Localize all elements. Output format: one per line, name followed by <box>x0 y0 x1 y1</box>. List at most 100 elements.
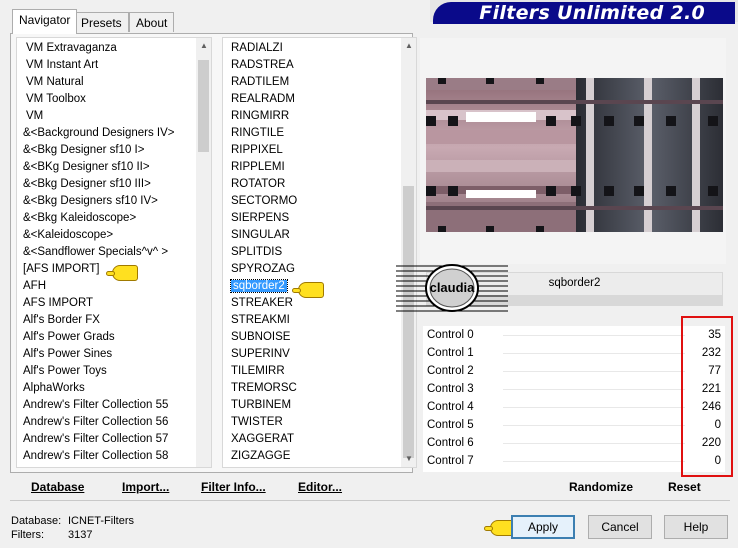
filter-item[interactable]: SUBNOISE <box>223 329 416 346</box>
control-label: Control 3 <box>427 383 474 395</box>
category-item[interactable]: &<BKg Designer sf10 II> <box>17 159 211 176</box>
help-button[interactable]: Help <box>664 515 728 539</box>
highlight-box <box>681 316 733 477</box>
category-item[interactable]: Andrew's Filter Collection 55 <box>17 397 211 414</box>
filter-item[interactable]: RADSTREA <box>223 57 416 74</box>
control-slider-2[interactable]: Control 2 77 <box>423 363 725 381</box>
scroll-thumb[interactable] <box>198 60 209 152</box>
slider-track[interactable] <box>503 389 685 390</box>
filter-info-button[interactable]: Filter Info... <box>201 479 266 495</box>
category-item[interactable]: Alf's Border FX <box>17 312 211 329</box>
category-item[interactable]: &<Kaleidoscope> <box>17 227 211 244</box>
control-label: Control 0 <box>427 329 474 341</box>
filter-item[interactable]: SECTORMO <box>223 193 416 210</box>
tab-about[interactable]: About <box>129 12 175 32</box>
slider-track[interactable] <box>503 407 685 408</box>
filter-item[interactable]: SUPERINV <box>223 346 416 363</box>
category-item[interactable]: Andrew's Filter Collection 58 <box>17 448 211 465</box>
slider-track[interactable] <box>503 443 685 444</box>
selected-filter-label[interactable]: sqborder2 <box>230 279 288 293</box>
category-item[interactable]: VM Instant Art <box>17 57 211 74</box>
filter-item[interactable]: RINGTILE <box>223 125 416 142</box>
control-slider-4[interactable]: Control 4 246 <box>423 399 725 417</box>
slider-track[interactable] <box>503 425 685 426</box>
filter-item[interactable]: RIPPLEMI <box>223 159 416 176</box>
control-slider-7[interactable]: Control 70 <box>423 453 725 471</box>
control-label: Control 4 <box>427 401 474 413</box>
svg-text:claudia: claudia <box>430 280 476 295</box>
category-item[interactable]: AFH <box>17 278 211 295</box>
category-item[interactable]: AlphaWorks <box>17 380 211 397</box>
category-list[interactable]: VM Extravaganza VM Instant Art VM Natural V… <box>16 37 212 468</box>
category-item[interactable]: &<Bkg Designer sf10 I> <box>17 142 211 159</box>
database-status-label: Database: <box>11 515 62 527</box>
category-item[interactable]: AFS IMPORT <box>17 295 211 312</box>
apply-button[interactable]: Apply <box>511 515 575 539</box>
scroll-up-icon[interactable]: ▲ <box>403 40 415 52</box>
control-slider-3[interactable]: Control 3 221 <box>423 381 725 399</box>
slider-track[interactable] <box>503 353 685 354</box>
filter-item[interactable]: TURBINEM <box>223 397 416 414</box>
filter-item[interactable]: TWISTER <box>223 414 416 431</box>
filter-item[interactable]: ROTATOR <box>223 176 416 193</box>
cancel-button[interactable]: Cancel <box>588 515 652 539</box>
category-item[interactable]: Andrew's Filter Collection 57 <box>17 431 211 448</box>
category-item[interactable]: &<Bkg Designer sf10 III> <box>17 176 211 193</box>
category-item[interactable]: VM <box>17 108 211 125</box>
randomize-button[interactable]: Randomize <box>569 479 633 495</box>
claudia-watermark-logo: claudia <box>396 264 508 312</box>
import-button[interactable]: Import... <box>122 479 169 495</box>
filter-item[interactable]: RADIALZI <box>223 40 416 57</box>
control-label: Control 7 <box>427 455 474 467</box>
reset-button[interactable]: Reset <box>668 479 701 495</box>
filter-item[interactable]: RIPPIXEL <box>223 142 416 159</box>
control-slider-5[interactable]: Control 50 <box>423 417 725 435</box>
pointing-hand-icon <box>292 282 324 298</box>
category-item[interactable]: Alf's Power Grads <box>17 329 211 346</box>
filter-item[interactable]: REALRADM <box>223 91 416 108</box>
filter-item[interactable]: SIERPENS <box>223 210 416 227</box>
preview-image <box>426 78 723 232</box>
category-item[interactable]: &<Bkg Kaleidoscope> <box>17 210 211 227</box>
filter-item[interactable]: SINGULAR <box>223 227 416 244</box>
filter-item[interactable]: STREAKMI <box>223 312 416 329</box>
tab-presets[interactable]: Presets <box>74 12 129 32</box>
category-item[interactable]: Alf's Power Sines <box>17 346 211 363</box>
category-scrollbar[interactable]: ▲ <box>196 38 211 467</box>
control-slider-6[interactable]: Control 6 220 <box>423 435 725 453</box>
filters-count-value: 3137 <box>68 529 93 541</box>
divider <box>10 500 730 501</box>
category-item[interactable]: VM Toolbox <box>17 91 211 108</box>
control-label: Control 2 <box>427 365 474 377</box>
scroll-up-icon[interactable]: ▲ <box>198 40 210 52</box>
filter-item[interactable]: RINGMIRR <box>223 108 416 125</box>
slider-track[interactable] <box>503 335 685 336</box>
database-button[interactable]: Database <box>31 479 84 495</box>
category-item[interactable]: VM Natural <box>17 74 211 91</box>
category-item[interactable]: &<Bkg Designers sf10 IV> <box>17 193 211 210</box>
filter-item[interactable]: TILEMIRR <box>223 363 416 380</box>
filter-item[interactable]: TREMORSC <box>223 380 416 397</box>
filter-item[interactable]: XAGGERAT <box>223 431 416 448</box>
filter-item[interactable]: ZIGZAGGE <box>223 448 416 465</box>
slider-track[interactable] <box>503 461 685 462</box>
scroll-thumb[interactable] <box>403 186 414 458</box>
slider-track[interactable] <box>503 371 685 372</box>
filter-scrollbar[interactable]: ▲ ▼ <box>401 38 416 467</box>
category-item[interactable]: &<Sandflower Specials^v^ > <box>17 244 211 261</box>
control-label: Control 1 <box>427 347 474 359</box>
category-item[interactable]: VM Extravaganza <box>17 40 211 57</box>
control-slider-0[interactable]: Control 0 35 <box>423 327 725 345</box>
control-slider-1[interactable]: Control 1 232 <box>423 345 725 363</box>
category-item[interactable]: &<Background Designers IV> <box>17 125 211 142</box>
filter-item[interactable]: SPYROZAG <box>223 261 416 278</box>
filters-count-label: Filters: <box>11 529 44 541</box>
scroll-down-icon[interactable]: ▼ <box>403 453 415 465</box>
category-item[interactable]: Alf's Power Toys <box>17 363 211 380</box>
editor-button[interactable]: Editor... <box>298 479 342 495</box>
filter-item[interactable]: SPLITDIS <box>223 244 416 261</box>
filter-list[interactable]: RADIALZI RADSTREA RADTILEM REALRADM RINGMIRR… <box>222 37 417 468</box>
category-item[interactable]: Andrew's Filter Collection 56 <box>17 414 211 431</box>
tab-navigator[interactable]: Navigator <box>12 9 78 34</box>
filter-item[interactable]: RADTILEM <box>223 74 416 91</box>
